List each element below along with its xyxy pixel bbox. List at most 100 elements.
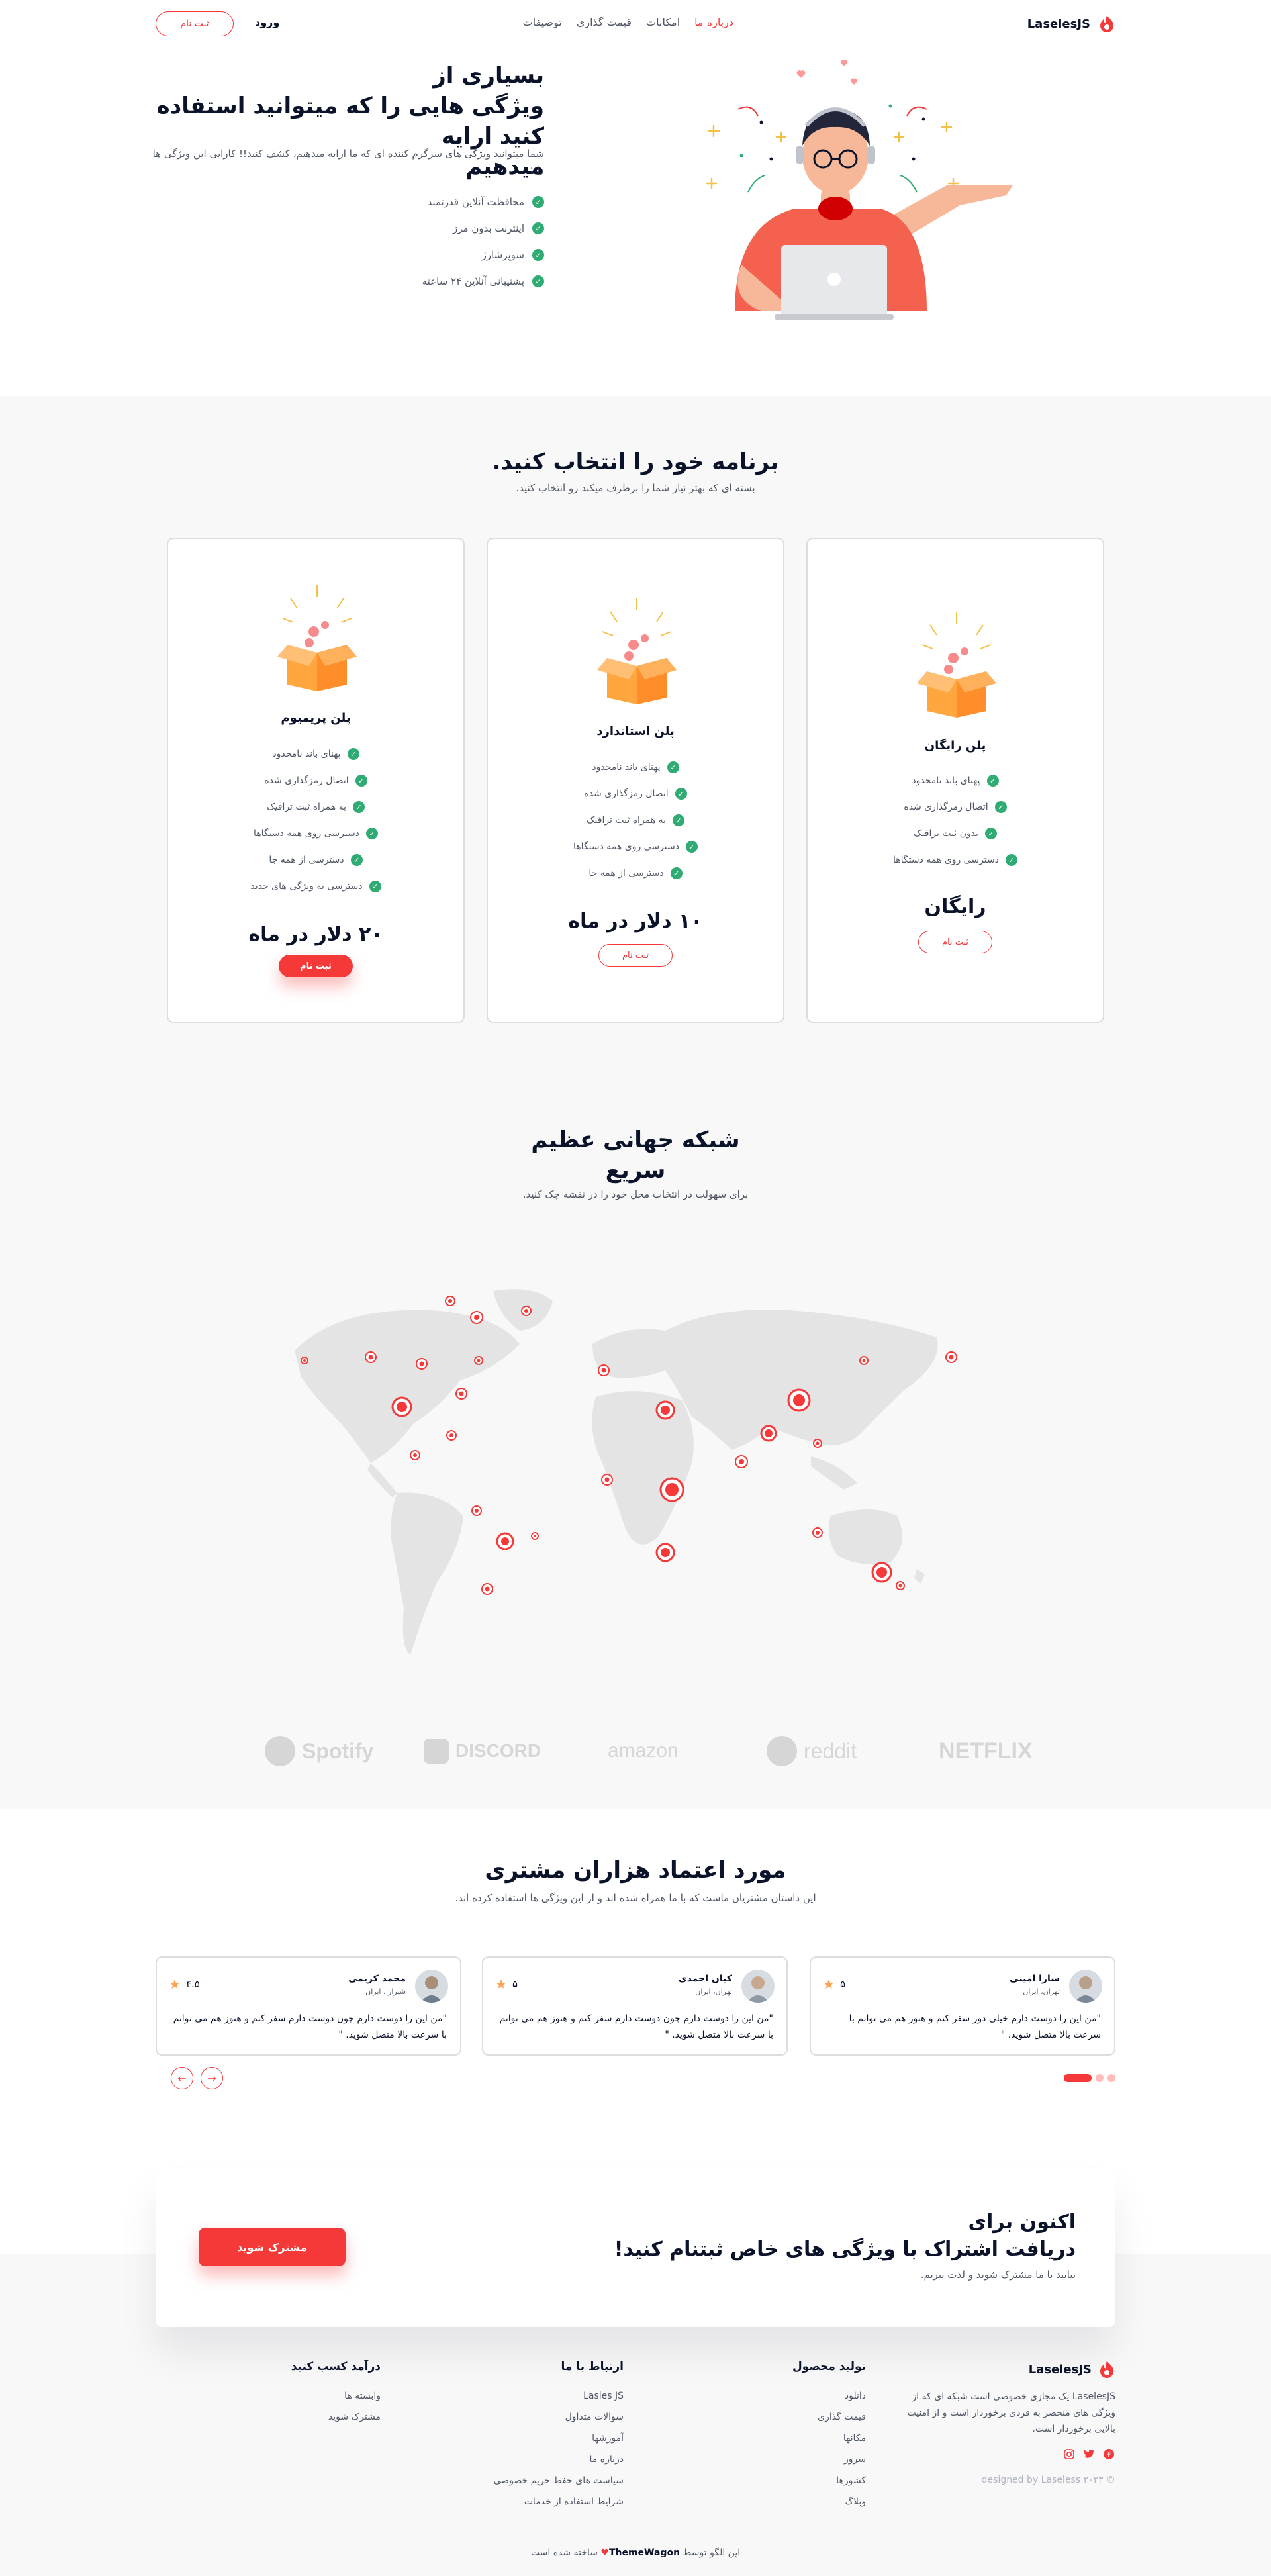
footer-brand[interactable]: LaselesJS (1029, 2360, 1115, 2379)
carousel-dot[interactable] (1107, 2074, 1115, 2082)
testimonial-name: محمد کریمی (348, 1974, 406, 1984)
plan-feature-label: پهنای باند نامحدود (912, 775, 980, 786)
nav-link-pricing[interactable]: قیمت گذاری (577, 16, 632, 28)
plan-feature-item: ✓ دسترسی روی همه دستگاها (488, 834, 783, 860)
plan-feature-list: ✓ پهنای باند نامحدود ✓ اتصال رمزگذاری شده … (168, 741, 463, 900)
footer-link[interactable]: وبلاگ (792, 2491, 866, 2512)
check-icon: ✓ (369, 881, 381, 892)
heart-icon: ♥ (600, 2548, 609, 2558)
themewagon-link[interactable]: ThemeWagon (609, 2548, 680, 2558)
testimonial-text: "من این را دوست دارم چون دوست دارم سفر ک… (173, 2013, 447, 2040)
footer-link[interactable]: کشورها (792, 2470, 866, 2491)
footer-link[interactable]: سرور (792, 2449, 866, 2470)
testimonial-text: "من این را دوست دارم چون دوست دارم سفر ک… (499, 2013, 773, 2040)
testimonial-card: کیان احمدی تهران، ایران ۵ ★ "من این را د… (482, 1956, 788, 2056)
avatar (741, 1970, 775, 2003)
testimonial-card: سارا امینی تهران، ایران ۵ ★ "من این را د… (810, 1956, 1115, 2056)
footer-column-title: درآمد کسب کنید (291, 2360, 381, 2373)
footer-link[interactable]: سوالات متداول (494, 2407, 624, 2428)
check-icon: ✓ (673, 814, 685, 826)
footer-link[interactable]: درباره ما (494, 2449, 624, 2470)
plan-signup-button[interactable]: ثبت نام (918, 931, 992, 953)
signup-button[interactable]: ثبت نام (156, 11, 234, 36)
testimonial-location: شیراز ، ایران (365, 1987, 406, 1996)
footer-column-product: تولید محصول دانلود قیمت گذاری مکانها سرو… (792, 2360, 866, 2512)
footer-link[interactable]: قیمت گذاری (792, 2407, 866, 2428)
nav-link-about[interactable]: درباره ما (694, 16, 733, 28)
instagram-icon[interactable] (1062, 2448, 1076, 2461)
arrow-left-icon: ← (177, 2072, 187, 2085)
plan-feature-item: ✓ دسترسی به ویژگی های جدید (168, 873, 463, 900)
prev-arrow-button[interactable]: ← (171, 2067, 193, 2089)
partner-name: DISCORD (455, 1741, 541, 1761)
reddit-icon (767, 1736, 797, 1766)
plan-feature-item: ✓ به همراه ثبت ترافیک (168, 794, 463, 820)
social-links (1062, 2448, 1115, 2461)
footer-column-earn: درآمد کسب کنید وابسته ها مشترک شوید (291, 2360, 381, 2428)
testimonial-rating: ۵ ★ (495, 1976, 518, 1992)
login-link[interactable]: ورود (255, 16, 279, 28)
hero-title-line: ویژگی هایی را که میتوانید استفاده کنید ا… (156, 92, 544, 150)
testimonial-rating: ۵ ★ (823, 1976, 845, 1992)
world-map (295, 1289, 957, 1655)
facebook-icon[interactable] (1102, 2448, 1115, 2461)
check-icon: ✓ (675, 788, 687, 800)
plan-price: رایگان (924, 895, 986, 918)
brand-name: LaselesJS (1027, 17, 1090, 31)
gift-box-icon (597, 598, 677, 704)
plan-feature-item: ✓ اتصال رمزگذاری شده (808, 794, 1103, 820)
twitter-icon[interactable] (1082, 2448, 1096, 2461)
footer-link[interactable]: سیاست های حفظ حریم خصوصی (494, 2470, 624, 2491)
testimonial-card: محمد کریمی شیراز ، ایران ۴.۵ ★ "من این ر… (156, 1956, 461, 2056)
nav-link-testimonials[interactable]: توصیفات (523, 16, 562, 28)
check-icon: ✓ (350, 854, 363, 866)
testimonial-location: تهران، ایران (1023, 1987, 1060, 1996)
check-icon: ✓ (532, 249, 544, 261)
discord-icon (424, 1739, 449, 1764)
subscribe-button[interactable]: مشترک شوید (199, 2228, 346, 2266)
subscribe-cta-card: اکنون برای دریافت اشتراک با ویژگی های خا… (156, 2168, 1115, 2327)
plan-feature-item: ✓ پهنای باند نامحدود (488, 754, 783, 781)
partner-logos: NETFLIX reddit amazon DISCORD Spotify (0, 1731, 1271, 1771)
check-icon: ✓ (532, 196, 544, 208)
plan-feature-label: اتصال رمزگذاری شده (584, 788, 669, 799)
star-icon: ★ (495, 1976, 507, 1992)
cta-title: اکنون برای دریافت اشتراک با ویژگی های خا… (614, 2209, 1076, 2263)
plan-feature-label: دسترسی روی همه دستگاها (254, 828, 359, 839)
hero-feature-item: ✓ پشتیبانی آنلاین ۲۴ ساعته (422, 268, 544, 295)
footer-link[interactable]: وابسته ها (291, 2385, 381, 2407)
copyright: designed by Laseless ۲۰۲۳ © (981, 2475, 1115, 2485)
testimonial-name: سارا امینی (1010, 1974, 1060, 1984)
plan-feature-label: دسترسی از همه جا (269, 855, 344, 865)
plan-signup-button[interactable]: ثبت نام (598, 944, 673, 967)
plan-signup-button[interactable]: ثبت نام (279, 955, 353, 977)
hero-feature-list: ✓ محافظت آنلاین قدرتمند ✓ اینترنت بدون مرز… (422, 189, 544, 295)
spotify-icon (265, 1736, 295, 1766)
hero-description: شما میتوانید ویژگی های سرگرم کننده ای که… (152, 148, 544, 175)
brand-logo[interactable]: LaselesJS (1027, 15, 1115, 33)
footer-link[interactable]: مکانها (792, 2428, 866, 2449)
carousel-dot[interactable] (1096, 2074, 1104, 2082)
partner-name: NETFLIX (939, 1738, 1033, 1764)
check-icon: ✓ (365, 828, 378, 839)
carousel-dot-active[interactable] (1064, 2074, 1092, 2082)
plan-feature-label: دسترسی روی همه دستگاها (893, 855, 999, 865)
next-arrow-button[interactable]: → (201, 2067, 223, 2089)
avatar (415, 1970, 448, 2003)
carousel-dots (1064, 2074, 1115, 2082)
footer-column-title: تولید محصول (792, 2360, 866, 2373)
check-icon: ✓ (347, 748, 359, 760)
network-title-line: شبکه جهانی عظیم (531, 1127, 740, 1153)
hero-feature-item: ✓ سوپرشارژ (422, 242, 544, 268)
check-icon: ✓ (532, 275, 544, 287)
plan-feature-item: ✓ اتصال رمزگذاری شده (488, 781, 783, 807)
plan-feature-label: اتصال رمزگذاری شده (264, 775, 349, 786)
footer-link[interactable]: Lasles JS (494, 2385, 624, 2407)
plan-feature-item: ✓ دسترسی از همه جا (168, 847, 463, 873)
footer-link[interactable]: مشترک شوید (291, 2407, 381, 2428)
footer-link[interactable]: شرایط استفاده از خدمات (494, 2491, 624, 2512)
rating-value: ۵ (839, 1978, 845, 1990)
nav-link-features[interactable]: امکانات (646, 16, 680, 28)
footer-link[interactable]: دانلود (792, 2385, 866, 2407)
footer-link[interactable]: آموزشها (494, 2428, 624, 2449)
